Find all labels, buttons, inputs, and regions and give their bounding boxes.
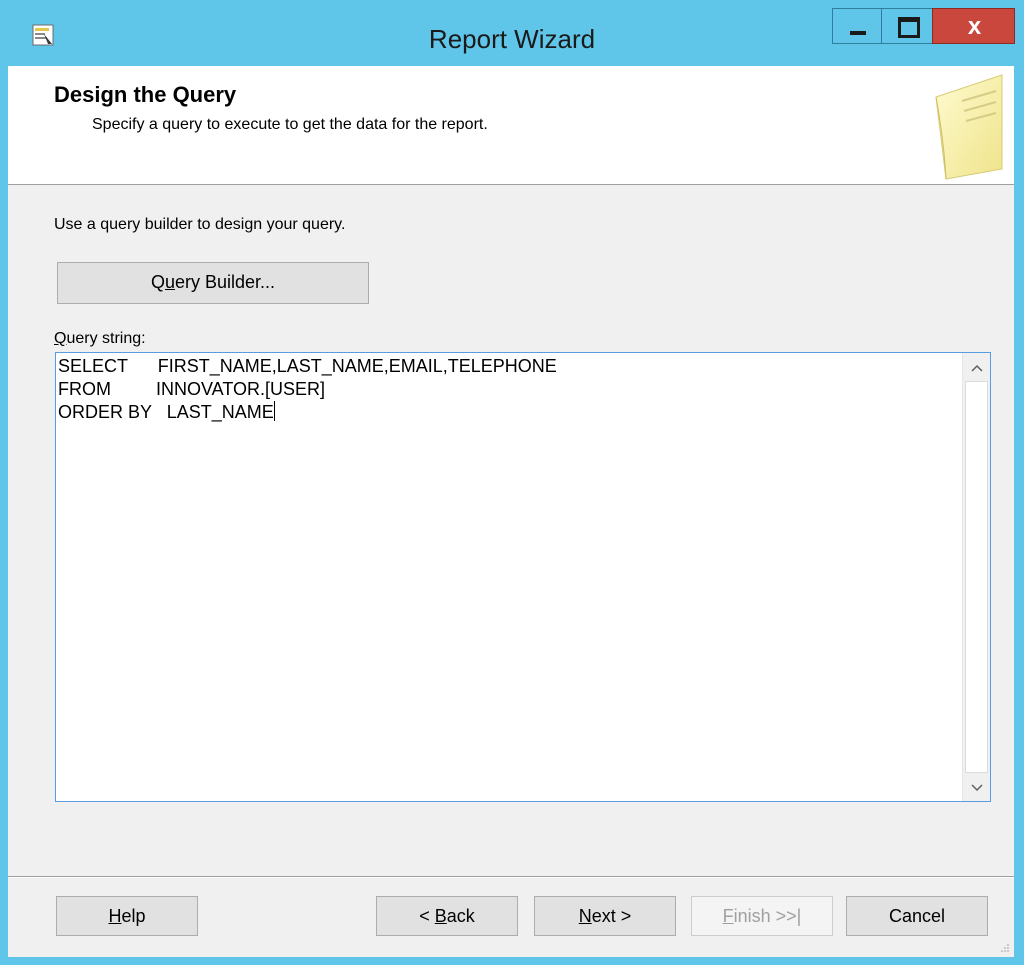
query-text[interactable]: SELECT FIRST_NAME,LAST_NAME,EMAIL,TELEPH… [58, 355, 950, 795]
maximize-icon [898, 17, 920, 38]
help-mnemonic: H [108, 906, 122, 926]
query-builder-mnemonic: u [164, 272, 175, 292]
wizard-client-area: Design the Query Specify a query to exec… [8, 66, 1014, 957]
query-string-label: Query string: [54, 330, 146, 348]
vertical-scrollbar[interactable] [962, 353, 990, 801]
cancel-button[interactable]: Cancel [846, 896, 988, 936]
resize-grip-icon[interactable] [1000, 943, 1010, 953]
instruction-text: Use a query builder to design your query… [54, 216, 346, 233]
minimize-icon [850, 31, 866, 35]
document-icon [935, 74, 1003, 180]
maximize-button[interactable] [881, 8, 933, 44]
back-mnemonic: B [434, 906, 447, 926]
page-title: Design the Query [54, 82, 237, 107]
page-subtitle: Specify a query to execute to get the da… [92, 116, 488, 133]
finish-label-rest: inish >>| [733, 906, 802, 926]
query-line-orderby: ORDER BY LAST_NAME [58, 401, 950, 424]
query-line-from: FROM INNOVATOR.[USER] [58, 379, 326, 399]
title-bar[interactable]: Report Wizard x [0, 0, 1024, 66]
back-label-prefix: < [419, 906, 435, 926]
query-string-textarea[interactable]: SELECT FIRST_NAME,LAST_NAME,EMAIL,TELEPH… [55, 352, 991, 802]
close-icon: x [967, 13, 982, 40]
finish-button[interactable]: Finish >>| [691, 896, 833, 936]
back-button[interactable]: < Back [376, 896, 518, 936]
next-label-rest: ext > [591, 906, 632, 926]
query-builder-label-suffix: ery Builder... [174, 272, 276, 292]
chevron-down-icon[interactable] [963, 773, 990, 801]
minimize-button[interactable] [832, 8, 882, 44]
footer-divider-highlight [8, 877, 1014, 878]
text-caret [273, 401, 275, 421]
help-label-rest: elp [121, 906, 146, 926]
wizard-header: Design the Query Specify a query to exec… [8, 66, 1014, 185]
next-mnemonic: N [578, 906, 592, 926]
report-wizard-window: Report Wizard x Design the Query Specify… [0, 0, 1024, 965]
close-button[interactable]: x [932, 8, 1015, 44]
query-label-mnemonic: Q [54, 330, 67, 347]
query-line-orderby-text: ORDER BY LAST_NAME [58, 402, 274, 422]
back-label-rest: ack [446, 906, 475, 926]
finish-mnemonic: F [722, 906, 734, 926]
chevron-up-icon[interactable] [963, 353, 990, 381]
next-button[interactable]: Next > [534, 896, 676, 936]
scrollbar-thumb[interactable] [965, 381, 988, 773]
query-line-select: SELECT FIRST_NAME,LAST_NAME,EMAIL,TELEPH… [58, 356, 557, 376]
query-builder-label-prefix: Q [150, 272, 165, 292]
help-button[interactable]: Help [56, 896, 198, 936]
query-label-rest: uery string: [66, 330, 146, 347]
query-builder-button[interactable]: Query Builder... [57, 262, 369, 304]
